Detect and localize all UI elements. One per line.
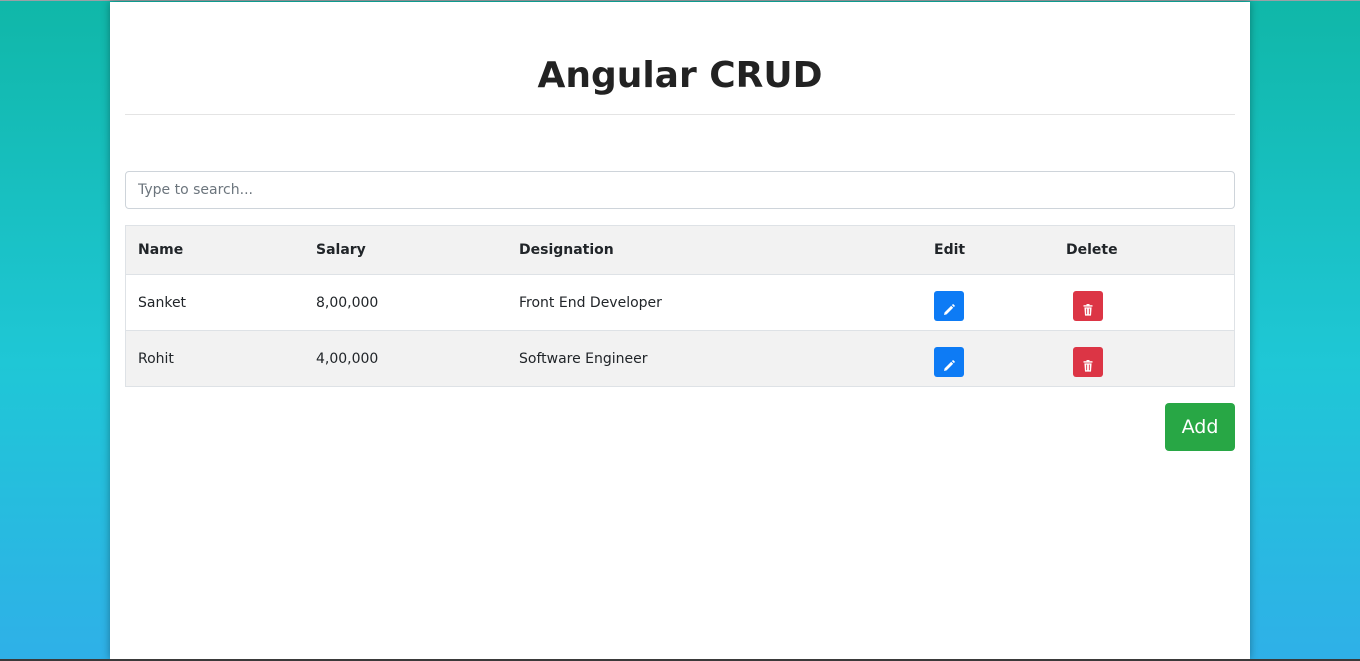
header-salary: Salary [304,225,507,275]
pencil-icon [944,359,955,371]
cell-designation: Software Engineer [507,330,922,387]
header-designation: Designation [507,225,922,275]
cell-edit [922,330,1054,387]
delete-button[interactable] [1073,346,1103,377]
trash-icon [1083,303,1093,316]
cell-salary: 4,00,000 [304,330,507,387]
cell-designation: Front End Developer [507,274,922,331]
cell-delete [1054,274,1235,331]
main-panel: Angular CRUD Name Salary Designation Edi… [110,2,1250,659]
edit-button[interactable] [934,290,964,321]
cell-edit [922,274,1054,331]
search-input[interactable] [125,171,1235,209]
cell-name: Rohit [125,330,304,387]
edit-button[interactable] [934,346,964,377]
header-delete: Delete [1054,225,1235,275]
table-header-row: Name Salary Designation Edit Delete [125,225,1235,275]
delete-button[interactable] [1073,290,1103,321]
cell-salary: 8,00,000 [304,274,507,331]
header-name: Name [125,225,304,275]
pencil-icon [944,303,955,315]
title-divider [125,114,1235,115]
header-edit: Edit [922,225,1054,275]
table-row: Sanket 8,00,000 Front End Developer [125,274,1235,331]
page-title: Angular CRUD [537,55,823,96]
add-button[interactable]: Add [1165,403,1235,451]
employee-table: Name Salary Designation Edit Delete Sank… [125,225,1235,387]
window-top-border [0,0,1360,1]
cell-name: Sanket [125,274,304,331]
trash-icon [1083,359,1093,372]
table-row: Rohit 4,00,000 Software Engineer [125,330,1235,387]
cell-delete [1054,330,1235,387]
